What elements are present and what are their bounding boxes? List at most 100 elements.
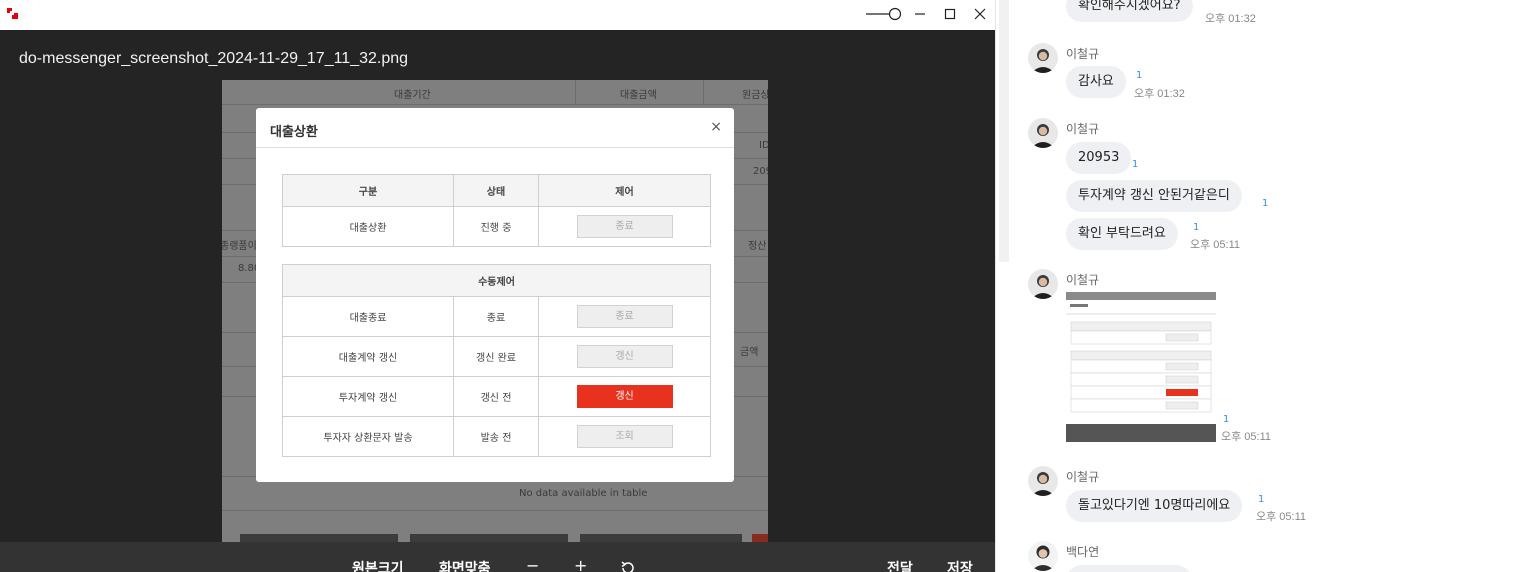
renew-investment-contract-button[interactable]: 갱신 [576,385,673,408]
end-repayment-button[interactable]: 종료 [576,215,673,238]
message-time: 오후 05:11 [1190,239,1241,251]
end-loan-button[interactable]: 종료 [576,305,673,328]
table-row: 대출상환 진행 중 종료 [282,206,711,247]
avatar[interactable] [1028,269,1058,299]
view-sms-button[interactable]: 조회 [576,425,673,448]
unread-count: 1 [1136,70,1143,81]
bg-button [580,534,742,542]
window-separator [995,0,1012,572]
message-bubble[interactable] [1066,565,1192,572]
message-time: 오후 01:32 [1205,13,1256,25]
message-time: 오후 05:11 [1256,511,1307,523]
bg-divider [222,510,768,511]
unread-count: 1 [1258,494,1265,505]
row-label: 투자계약 갱신 [282,376,454,417]
message-bubble[interactable]: 투자계약 갱신 안된거같은디 [1066,180,1242,212]
fit-screen-button[interactable]: 화면맞춤 [439,558,491,572]
row-label: 대출상환 [282,206,454,247]
zoom-out-button[interactable]: − [526,556,539,572]
message-bubble[interactable]: 돌고있다기엔 10명따리에요 [1066,490,1243,522]
modal-header: 대출상환 × [256,108,734,148]
avatar[interactable] [1028,466,1058,496]
unread-count: 1 [1193,222,1200,233]
viewer-titlebar [0,0,995,30]
sender-name: 이철규 [1066,47,1100,61]
avatar[interactable] [1028,43,1058,73]
repayment-modal: 대출상환 × 구분 상태 제어 대출상환 진행 중 종료 수동제어 대출종료 종… [256,108,734,482]
avatar-person-icon [1028,466,1058,496]
message-bubble[interactable]: 확인 부탁드려요 [1066,218,1178,250]
sender-name: 이철규 [1066,273,1100,287]
bg-divider [575,80,576,104]
manual-control-table: 수동제어 대출종료 종료 종료 대출계약 갱신 갱신 완료 갱신 투자계약 갱신… [281,264,712,457]
minimize-button[interactable] [906,0,934,28]
status-table: 구분 상태 제어 대출상환 진행 중 종료 [282,174,711,247]
row-label: 대출종료 [282,296,454,337]
rotate-icon[interactable] [620,560,636,572]
row-status: 발송 전 [453,416,539,457]
maximize-button[interactable] [936,0,964,28]
row-status: 종료 [453,296,539,337]
modal-title: 대출상환 [270,125,318,140]
row-label: 대출계약 갱신 [282,336,454,377]
renew-loan-contract-button[interactable]: 갱신 [576,345,673,368]
avatar-person-icon [1028,269,1058,299]
row-status: 진행 중 [453,206,539,247]
bg-header-period: 대출기간 [394,90,431,101]
message-time: 오후 05:11 [1221,431,1272,443]
screenshot-image: 대출기간 대출금액 원금상 ID 209 종랭품이 8.80 정산 금액 No … [222,80,768,542]
row-label: 투자자 상환문자 발송 [282,416,454,457]
bg-product-name: 종랭품이 [222,241,257,252]
bg-button [240,534,398,542]
app-logo-icon [7,8,18,19]
message-bubble[interactable]: 감사요 [1066,66,1126,98]
bg-divider [222,104,768,105]
sender-name: 이철규 [1066,470,1100,484]
viewer-toolbar: 원본크기 화면맞춤 − + 전달 저장 [0,542,995,572]
zoom-in-button[interactable]: + [574,556,587,572]
bg-button [752,534,768,542]
avatar[interactable] [1028,118,1058,148]
col-header-status: 상태 [453,174,539,207]
col-header-control: 제어 [538,174,711,207]
maximize-icon [944,8,956,20]
table-row: 대출계약 갱신 갱신 완료 갱신 [282,336,712,377]
forward-button[interactable]: 전달 [887,558,913,572]
avatar[interactable] [1028,541,1058,571]
image-attachment-thumbnail[interactable] [1066,292,1216,442]
manual-control-header: 수동제어 [281,264,712,297]
row-status: 갱신 완료 [453,336,539,377]
zoom-slider[interactable] [866,6,902,22]
bg-header-principal: 원금상 [742,90,768,101]
bg-header-amount: 대출금액 [620,90,657,101]
bg-value: 209 [753,166,768,177]
bg-amount: 금액 [740,347,759,358]
screenshot-thumbnail-icon [1066,292,1216,442]
original-size-button[interactable]: 원본크기 [352,558,404,572]
image-viewer-window: do-messenger_screenshot_2024-11-29_17_11… [0,0,995,572]
table-row: 투자계약 갱신 갱신 전 갱신 [282,376,712,417]
avatar-person-icon [1028,43,1058,73]
minimize-icon [915,13,925,15]
message-bubble[interactable]: 확인해주시겠어요? [1066,0,1193,22]
close-icon [974,8,986,20]
viewer-filename: do-messenger_screenshot_2024-11-29_17_11… [19,50,409,67]
bg-id: ID [759,140,768,151]
table-row: 대출종료 종료 종료 [282,296,712,337]
save-button[interactable]: 저장 [947,558,973,572]
col-header-category: 구분 [282,174,454,207]
close-window-button[interactable] [966,0,994,28]
avatar-person-icon [1028,118,1058,148]
unread-count: 1 [1132,159,1139,170]
scrollbar-track[interactable] [999,0,1009,262]
modal-close-icon[interactable]: × [710,119,722,135]
bg-no-data: No data available in table [519,488,648,499]
message-time: 오후 01:32 [1134,88,1185,100]
avatar-person-icon [1028,541,1058,571]
message-bubble[interactable]: 20953 [1066,142,1132,174]
row-status: 갱신 전 [453,376,539,417]
unread-count: 1 [1262,198,1269,209]
unread-count: 1 [1223,414,1230,425]
table-row: 투자자 상환문자 발송 발송 전 조회 [282,416,712,457]
bg-settle: 정산 [748,241,767,252]
